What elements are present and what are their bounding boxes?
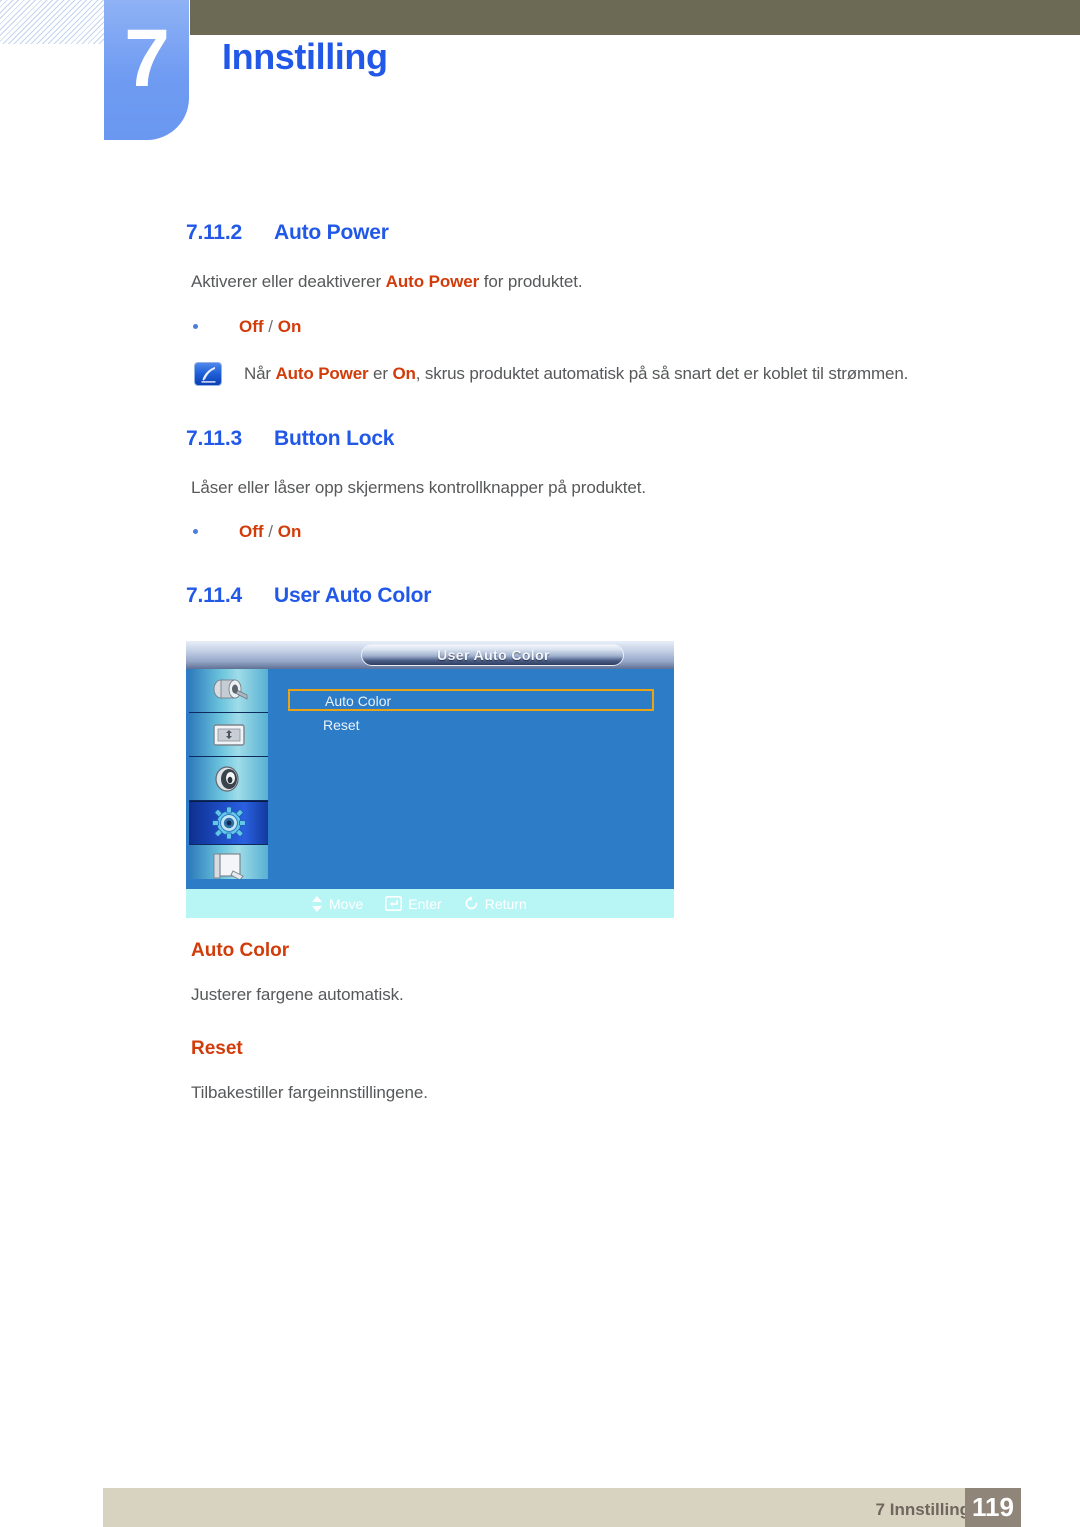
page-header: 7 Innstilling	[0, 0, 1080, 160]
osd-hint-label: Return	[484, 895, 527, 912]
note-text-3: , skrus produktet automatisk på så snart…	[415, 364, 909, 383]
return-arrow-icon	[465, 896, 477, 910]
paragraph-text-post: for produktet.	[479, 272, 583, 291]
section-title: Auto Power	[274, 221, 389, 244]
bullet-separator: /	[263, 317, 278, 336]
chapter-number-box: 7	[104, 0, 189, 140]
osd-menu-item-reset[interactable]: Reset	[288, 715, 654, 737]
note-text: Når Auto Power er On, skrus produktet au…	[244, 364, 908, 384]
section-number: 7.11.3	[186, 427, 243, 450]
osd-hint-bar: Move Enter Return	[186, 889, 674, 918]
section-heading-user-auto-color: 7.11.4 User Auto Color	[186, 584, 431, 608]
note-highlight-2: On	[392, 364, 416, 383]
section-number: 7.11.2	[186, 221, 243, 244]
paragraph-auto-power: Aktiverer eller deaktiverer Auto Power f…	[191, 272, 583, 292]
subsection-body-reset: Tilbakestiller fargeinnstillingene.	[191, 1083, 428, 1102]
osd-menu-panel: Auto Color Reset	[268, 669, 674, 889]
osd-hint-enter: Enter	[385, 895, 442, 912]
osd-hint-label: Enter	[408, 895, 442, 912]
bullet-option-on: On	[277, 317, 302, 336]
osd-menu-item-label: Reset	[323, 717, 360, 733]
note-text-1: Når	[244, 364, 276, 383]
bullet-button-lock-options: Off / On	[193, 522, 301, 542]
subsection-heading-auto-color: Auto Color	[191, 940, 290, 961]
note-highlight-1: Auto Power	[275, 364, 369, 383]
bullet-label: Off / On	[239, 522, 301, 542]
bullet-label: Off / On	[239, 317, 301, 337]
note-block: Når Auto Power er On, skrus produktet au…	[194, 362, 934, 392]
chapter-number: 7	[124, 13, 170, 104]
paragraph-text-pre: Aktiverer eller deaktiverer	[191, 272, 386, 291]
subsection-body-auto-color: Justerer fargene automatisk.	[191, 985, 404, 1004]
bullet-separator: /	[263, 522, 278, 541]
chapter-title: Innstilling	[222, 36, 388, 77]
header-olive-bar	[190, 0, 1080, 35]
osd-menu-item-auto-color[interactable]: Auto Color	[288, 689, 654, 711]
osd-sidebar-item-setup[interactable]	[189, 801, 268, 845]
section-heading-button-lock: 7.11.3 Button Lock	[186, 427, 394, 451]
bullet-dot-icon	[193, 528, 198, 534]
bullet-dot-icon	[193, 323, 198, 329]
paragraph-highlight: Auto Power	[385, 272, 480, 291]
osd-hint-return: Return	[464, 896, 527, 912]
osd-hints: Move Enter Return	[311, 889, 527, 918]
updown-arrow-icon	[312, 895, 322, 912]
osd-sidebar	[189, 669, 268, 889]
enter-key-icon	[385, 896, 403, 911]
osd-hint-label: Move	[329, 895, 364, 912]
osd-menu-item-label: Auto Color	[325, 693, 392, 709]
footer-bar	[103, 1488, 1006, 1527]
section-heading-auto-power: 7.11.2 Auto Power	[186, 221, 389, 245]
section-title: Button Lock	[274, 427, 395, 450]
osd-title-bar: User Auto Color	[186, 641, 674, 669]
osd-title-pill: User Auto Color	[361, 644, 624, 666]
osd-title: User Auto Color	[437, 647, 550, 663]
osd-hint-move: Move	[311, 895, 364, 912]
footer-page-box: 119	[965, 1488, 1021, 1527]
note-quill-icon	[194, 362, 222, 386]
osd-menu-screenshot: User Auto Color Auto Color Reset Move En…	[186, 641, 674, 918]
osd-sidebar-item-screen-adjust[interactable]	[189, 713, 268, 757]
paragraph-button-lock: Låser eller låser opp skjermens kontroll…	[191, 478, 647, 497]
osd-bottom-notch	[186, 879, 316, 889]
footer-page-number: 119	[972, 1492, 1014, 1522]
section-title: User Auto Color	[274, 584, 432, 607]
bullet-option-off: Off	[239, 522, 264, 541]
note-text-2: er	[368, 364, 393, 383]
bullet-option-on: On	[277, 522, 302, 541]
osd-sidebar-item-sound[interactable]	[189, 757, 268, 801]
bullet-auto-power-options: Off / On	[193, 317, 301, 337]
bullet-option-off: Off	[239, 317, 264, 336]
header-hatch-decoration	[0, 0, 104, 44]
osd-sidebar-item-picture[interactable]	[189, 669, 268, 713]
subsection-heading-reset: Reset	[191, 1038, 243, 1059]
section-number: 7.11.4	[186, 584, 243, 607]
footer-label: 7 Innstilling	[875, 1500, 970, 1519]
